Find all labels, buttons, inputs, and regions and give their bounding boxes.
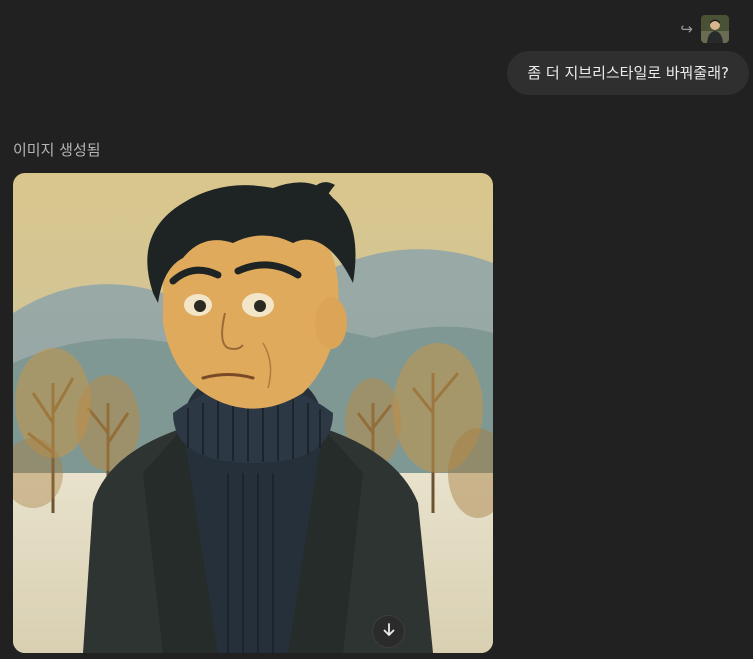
- user-avatar[interactable]: [701, 15, 729, 43]
- user-message-bubble: 좀 더 지브리스타일로 바꿔줄래?: [507, 51, 749, 95]
- image-generated-label: 이미지 생성됨: [13, 141, 101, 159]
- download-button[interactable]: [372, 615, 405, 648]
- user-message-text: 좀 더 지브리스타일로 바꿔줄래?: [527, 64, 729, 82]
- arrow-down-icon: [381, 622, 397, 642]
- chat-page: ↪ 좀 더 지브리스타일로 바꿔줄래? 이미지 생성됨: [0, 0, 753, 659]
- user-message-header: ↪: [680, 15, 729, 43]
- generated-image[interactable]: [13, 173, 493, 653]
- reply-arrow-icon: ↪: [680, 19, 693, 38]
